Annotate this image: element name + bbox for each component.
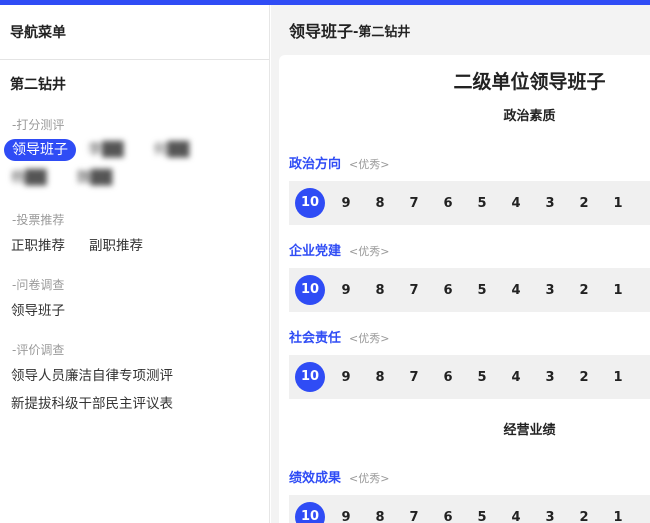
score-option-7[interactable]: 7 <box>397 283 431 298</box>
section-label-scoring: -打分测评 <box>12 118 65 132</box>
score-option-7[interactable]: 7 <box>397 370 431 385</box>
score-option-9[interactable]: 9 <box>329 196 363 211</box>
voting-row: 正职推荐 副职推荐 <box>0 234 269 254</box>
score-option-3[interactable]: 3 <box>533 370 567 385</box>
section-label-survey: -问卷调查 <box>12 278 65 292</box>
unit-name: 第二钻井 <box>10 77 66 93</box>
score-option-4[interactable]: 4 <box>499 510 533 523</box>
sidebar-item-person-he[interactable]: 何██ <box>146 139 198 161</box>
item-hint: <优秀> <box>349 245 390 258</box>
score-option-2[interactable]: 2 <box>567 370 601 385</box>
person-name-blurred: 魏██ <box>76 170 113 186</box>
score-option-9[interactable]: 9 <box>329 283 363 298</box>
scoring-row-1: 领导班子 李██ 何██ <box>0 139 269 161</box>
score-option-8[interactable]: 8 <box>363 370 397 385</box>
evaluation-card: 二级单位领导班子 政治素质 政治方向 <优秀> 10 9 8 7 6 5 4 3 2 1 企业党建… <box>279 55 650 523</box>
score-option-2[interactable]: 2 <box>567 510 601 523</box>
sidebar-item-deputy-recommend[interactable]: 副职推荐 <box>65 234 143 254</box>
score-option-10[interactable]: 10 <box>295 502 325 523</box>
item-name: 绩效成果 <box>289 471 342 486</box>
score-option-1[interactable]: 1 <box>601 196 635 211</box>
main-panel: 领导班子 -第二钻井 二级单位领导班子 政治素质 政治方向 <优秀> 10 9 8 7… <box>271 5 650 523</box>
sidebar-item-person-yang[interactable]: 杨██ <box>4 167 55 189</box>
item-name: 政治方向 <box>289 157 342 172</box>
scoring-row-2: 杨██ 魏██ <box>0 167 269 189</box>
evaluation-row-2: 新提拔科级干部民主评议表 <box>0 392 269 412</box>
sidebar: 导航菜单 第二钻井 -打分测评 领导班子 李██ 何██ 杨██ 魏██ -投票… <box>0 5 270 523</box>
score-option-1[interactable]: 1 <box>601 283 635 298</box>
item-title: 政治方向 <优秀> <box>289 153 389 172</box>
score-option-6[interactable]: 6 <box>431 196 465 211</box>
score-option-4[interactable]: 4 <box>499 196 533 211</box>
score-row: 10 9 8 7 6 5 4 3 2 1 <box>289 355 650 399</box>
person-name-blurred: 杨██ <box>11 170 47 186</box>
score-option-2[interactable]: 2 <box>567 283 601 298</box>
score-option-10[interactable]: 10 <box>295 275 325 305</box>
score-row: 10 9 8 7 6 5 4 3 2 1 <box>289 268 650 312</box>
sidebar-item-leadership-team[interactable]: 领导班子 <box>4 139 76 161</box>
score-option-6[interactable]: 6 <box>431 370 465 385</box>
score-option-6[interactable]: 6 <box>431 283 465 298</box>
score-option-7[interactable]: 7 <box>397 196 431 211</box>
sidebar-title: 导航菜单 <box>10 25 66 41</box>
score-option-9[interactable]: 9 <box>329 370 363 385</box>
item-title: 社会责任 <优秀> <box>289 327 389 346</box>
score-option-10[interactable]: 10 <box>295 188 325 218</box>
score-option-9[interactable]: 9 <box>329 510 363 523</box>
item-hint: <优秀> <box>349 472 390 485</box>
score-option-2[interactable]: 2 <box>567 196 601 211</box>
card-title: 二级单位领导班子 <box>453 71 606 93</box>
sidebar-item-survey-leadership[interactable]: 领导班子 <box>0 303 65 319</box>
page-title: 领导班子 <box>289 22 354 41</box>
sidebar-item-person-li[interactable]: 李██ <box>80 139 132 161</box>
score-option-8[interactable]: 8 <box>363 196 397 211</box>
score-option-5[interactable]: 5 <box>465 283 499 298</box>
score-row: 10 9 8 7 6 5 4 3 2 1 <box>289 181 650 225</box>
person-name-blurred: 李██ <box>88 142 124 158</box>
item-title: 企业党建 <优秀> <box>289 240 389 259</box>
score-option-4[interactable]: 4 <box>499 283 533 298</box>
sidebar-item-person-wei[interactable]: 魏██ <box>69 167 121 189</box>
score-option-3[interactable]: 3 <box>533 283 567 298</box>
section-label-voting: -投票推荐 <box>12 213 65 227</box>
sidebar-header: 导航菜单 <box>0 5 269 60</box>
score-row: 10 9 8 7 6 5 4 3 2 1 <box>289 495 650 523</box>
sidebar-item-cadre-review[interactable]: 新提拔科级干部民主评议表 <box>0 396 173 412</box>
survey-row: 领导班子 <box>0 299 269 319</box>
score-option-8[interactable]: 8 <box>363 510 397 523</box>
item-title: 绩效成果 <优秀> <box>289 467 389 486</box>
section-label-evaluation: -评价调查 <box>12 343 65 357</box>
person-name-blurred: 何██ <box>153 142 190 158</box>
score-option-5[interactable]: 5 <box>465 510 499 523</box>
score-option-3[interactable]: 3 <box>533 510 567 523</box>
score-option-8[interactable]: 8 <box>363 283 397 298</box>
sidebar-item-main-recommend[interactable]: 正职推荐 <box>0 234 65 254</box>
main-header: 领导班子 -第二钻井 <box>271 5 650 55</box>
group-title-political: 政治素质 <box>503 109 556 124</box>
item-hint: <优秀> <box>349 158 390 171</box>
score-option-7[interactable]: 7 <box>397 510 431 523</box>
score-option-5[interactable]: 5 <box>465 196 499 211</box>
evaluation-row-1: 领导人员廉洁自律专项测评 <box>0 364 269 384</box>
group-title-performance: 经营业绩 <box>503 423 556 438</box>
score-option-4[interactable]: 4 <box>499 370 533 385</box>
score-option-3[interactable]: 3 <box>533 196 567 211</box>
sidebar-item-integrity-evaluation[interactable]: 领导人员廉洁自律专项测评 <box>0 368 173 384</box>
score-option-1[interactable]: 1 <box>601 370 635 385</box>
score-option-5[interactable]: 5 <box>465 370 499 385</box>
item-hint: <优秀> <box>349 332 390 345</box>
score-option-1[interactable]: 1 <box>601 510 635 523</box>
item-name: 企业党建 <box>289 244 342 259</box>
score-option-6[interactable]: 6 <box>431 510 465 523</box>
page-subtitle: -第二钻井 <box>353 24 411 40</box>
score-option-10[interactable]: 10 <box>295 362 325 392</box>
item-name: 社会责任 <box>289 331 342 346</box>
